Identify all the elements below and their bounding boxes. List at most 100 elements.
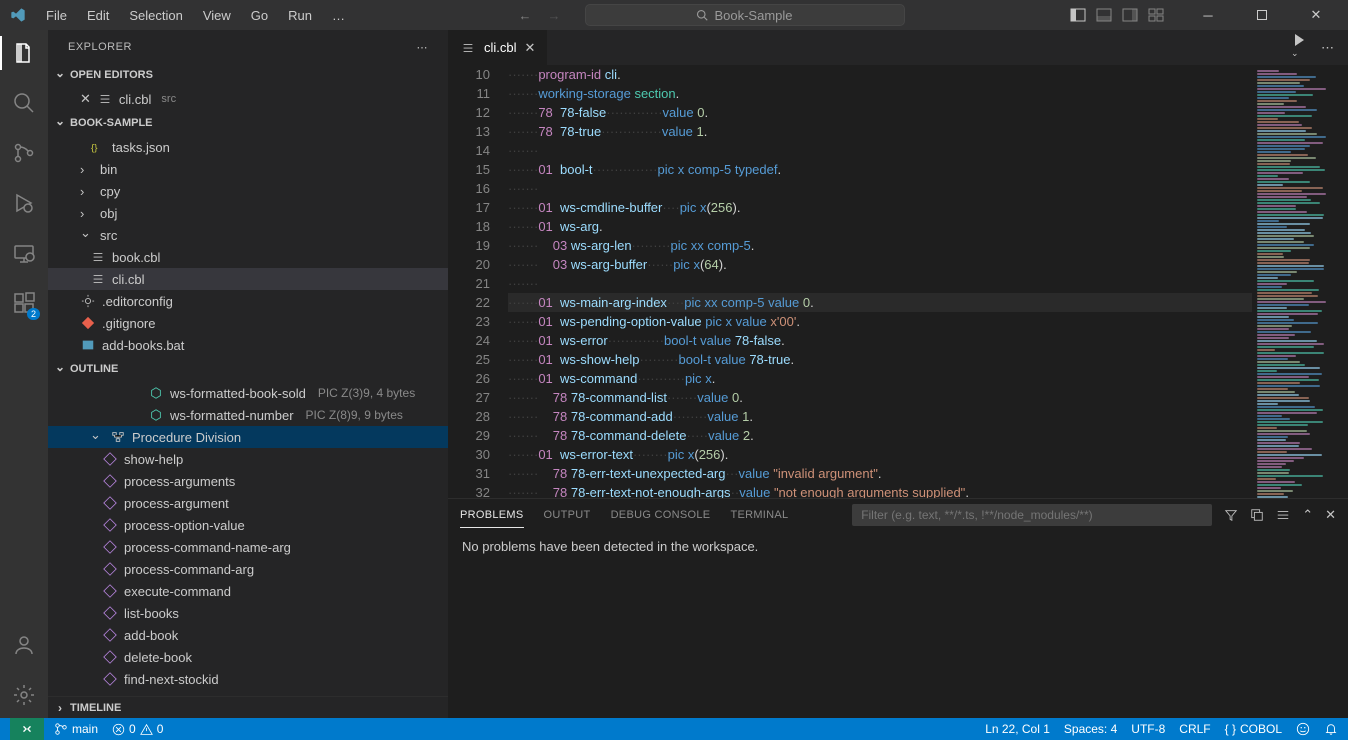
remote-indicator[interactable] — [10, 718, 44, 740]
tree-item[interactable]: book.cbl — [48, 246, 448, 268]
activity-explorer-icon[interactable] — [0, 38, 48, 68]
outline-item[interactable]: process-option-value — [48, 514, 448, 536]
panel-tab-debug-console[interactable]: DEBUG CONSOLE — [611, 503, 711, 528]
outline-item[interactable]: delete-book — [48, 646, 448, 668]
activity-accounts-icon[interactable] — [0, 630, 48, 660]
section-folder[interactable]: BOOK-SAMPLE — [48, 112, 448, 134]
outline-item[interactable]: show-help — [48, 448, 448, 470]
symbol-icon — [102, 539, 118, 555]
activity-remote-icon[interactable] — [0, 238, 48, 268]
minimap[interactable] — [1252, 65, 1348, 498]
activity-extensions-icon[interactable]: 2 — [0, 288, 48, 318]
menu-more[interactable]: … — [324, 4, 353, 27]
tree-item[interactable]: src — [48, 224, 448, 246]
run-icon[interactable]: ⌄ — [1291, 32, 1307, 63]
menu-go[interactable]: Go — [243, 4, 276, 27]
activity-settings-icon[interactable] — [0, 680, 48, 710]
panel-tab-output[interactable]: OUTPUT — [544, 503, 591, 528]
tree-item[interactable]: .gitignore — [48, 312, 448, 334]
chevron-icon — [80, 162, 94, 177]
layout-customize-icon[interactable] — [1148, 7, 1164, 23]
status-problems[interactable]: 0 0 — [112, 722, 163, 736]
sidebar-more-icon[interactable]: ⋯ — [417, 41, 429, 54]
open-editor-item[interactable]: ✕ cli.cbl src — [48, 88, 448, 110]
chevron-icon — [80, 184, 94, 199]
layout-panel-icon[interactable] — [1096, 7, 1112, 23]
menu-view[interactable]: View — [195, 4, 239, 27]
tree-item[interactable]: obj — [48, 202, 448, 224]
section-timeline[interactable]: TIMELINE — [48, 696, 448, 718]
status-branch[interactable]: main — [54, 722, 98, 736]
window-maximize-icon[interactable] — [1240, 0, 1284, 30]
tree-item[interactable]: cpy — [48, 180, 448, 202]
outline-item[interactable]: add-book — [48, 624, 448, 646]
activity-run-debug-icon[interactable] — [0, 188, 48, 218]
status-position[interactable]: Ln 22, Col 1 — [985, 722, 1050, 736]
outline-item[interactable]: execute-command — [48, 580, 448, 602]
outline-item[interactable]: list-books — [48, 602, 448, 624]
tree-item[interactable]: cli.cbl — [48, 268, 448, 290]
file-icon — [90, 271, 106, 287]
layout-sidebar-right-icon[interactable] — [1122, 7, 1138, 23]
nav-back-icon[interactable]: ← — [519, 8, 532, 23]
editor-more-icon[interactable]: ⋯ — [1321, 40, 1334, 56]
panel-maximize-icon[interactable]: ⌃ — [1302, 507, 1313, 523]
symbol-icon — [148, 407, 164, 423]
status-eol[interactable]: CRLF — [1179, 722, 1210, 736]
panel-tab-problems[interactable]: PROBLEMS — [460, 503, 524, 528]
panel-tab-terminal[interactable]: TERMINAL — [730, 503, 788, 528]
section-open-editors[interactable]: OPEN EDITORS — [48, 64, 448, 86]
activity-search-icon[interactable] — [0, 88, 48, 118]
outline-item[interactable]: process-command-name-arg — [48, 536, 448, 558]
command-center[interactable]: Book-Sample — [585, 4, 905, 26]
section-outline[interactable]: OUTLINE — [48, 358, 448, 380]
outline-item[interactable]: ws-formatted-numberPIC Z(8)9, 9 bytes — [48, 404, 448, 426]
view-as-list-icon[interactable] — [1276, 508, 1290, 522]
outline-item[interactable]: Procedure Division — [48, 426, 448, 448]
bottom-panel: PROBLEMS OUTPUT DEBUG CONSOLE TERMINAL ⌃… — [448, 498, 1348, 718]
status-spaces[interactable]: Spaces: 4 — [1064, 722, 1117, 736]
cobol-file-icon — [460, 40, 476, 56]
sidebar-title: EXPLORER — [68, 41, 132, 53]
outline-item[interactable]: process-command-arg — [48, 558, 448, 580]
activity-source-control-icon[interactable] — [0, 138, 48, 168]
tree-item[interactable]: .editorconfig — [48, 290, 448, 312]
code-content[interactable]: ·······program-id cli.·······working-sto… — [508, 65, 1252, 498]
outline-item[interactable]: process-arguments — [48, 470, 448, 492]
menu-run[interactable]: Run — [280, 4, 320, 27]
tree-item[interactable]: add-books.bat — [48, 334, 448, 356]
status-bell-icon[interactable] — [1324, 722, 1338, 736]
collapse-all-icon[interactable] — [1250, 508, 1264, 522]
window-close-icon[interactable]: ✕ — [1294, 0, 1338, 30]
problems-filter-input[interactable] — [852, 504, 1212, 526]
menu-selection[interactable]: Selection — [121, 4, 190, 27]
close-icon[interactable]: ✕ — [80, 91, 91, 107]
outline-item[interactable]: ws-formatted-book-soldPIC Z(3)9, 4 bytes — [48, 382, 448, 404]
layout-sidebar-left-icon[interactable] — [1070, 7, 1086, 23]
symbol-icon — [148, 385, 164, 401]
file-icon — [80, 293, 96, 309]
outline-item[interactable]: process-argument — [48, 492, 448, 514]
menu-file[interactable]: File — [38, 4, 75, 27]
tree-item[interactable]: {}tasks.json — [48, 136, 448, 158]
editor-tab[interactable]: cli.cbl ✕ — [448, 30, 548, 65]
outline-item[interactable]: find-next-stockid — [48, 668, 448, 690]
tab-close-icon[interactable]: ✕ — [525, 40, 536, 56]
symbol-icon — [102, 451, 118, 467]
window-minimize-icon[interactable]: ─ — [1186, 0, 1230, 30]
menu-edit[interactable]: Edit — [79, 4, 117, 27]
panel-close-icon[interactable]: ✕ — [1325, 507, 1336, 523]
cobol-file-icon — [97, 91, 113, 107]
nav-forward-icon[interactable]: → — [548, 8, 561, 23]
sidebar: EXPLORER ⋯ OPEN EDITORS ✕ cli.cbl src BO… — [48, 30, 448, 718]
editor-area: cli.cbl ✕ ⌄ ⋯ 10111213141516171819202122… — [448, 30, 1348, 718]
file-icon: {} — [90, 139, 106, 155]
status-feedback-icon[interactable] — [1296, 722, 1310, 736]
status-encoding[interactable]: UTF-8 — [1131, 722, 1165, 736]
symbol-icon — [102, 561, 118, 577]
tree-item[interactable]: bin — [48, 158, 448, 180]
filter-icon[interactable] — [1224, 508, 1238, 522]
symbol-icon — [102, 495, 118, 511]
symbol-icon — [102, 649, 118, 665]
status-language[interactable]: { } COBOL — [1225, 722, 1282, 736]
